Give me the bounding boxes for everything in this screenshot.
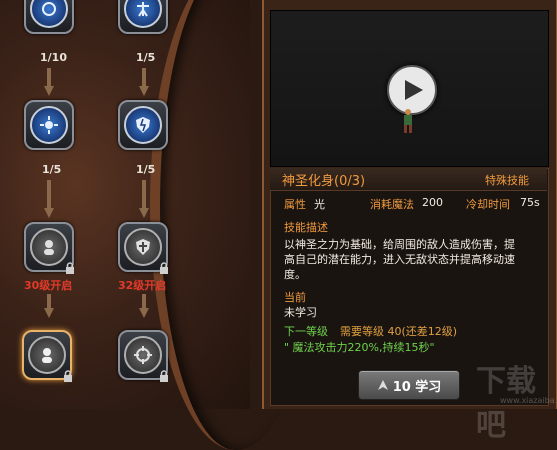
description-title: 技能描述: [284, 221, 328, 234]
tree-arrow-icon: [44, 68, 54, 96]
next-level-requirement: 需要等级 40(还差12级): [340, 325, 458, 338]
tree-arrow-icon: [139, 68, 149, 96]
description-line: 高自己的潜在能力，进入无敌状态并提高移动速: [284, 253, 515, 266]
skill-slot-locked-right[interactable]: [118, 222, 168, 274]
skill-level-count: 1/5: [136, 51, 156, 64]
holy-avatar-icon: [28, 336, 66, 374]
attribute-label: 属性: [284, 198, 306, 211]
broken-shield-icon: [124, 106, 162, 144]
skill-slot-bottom-right[interactable]: [118, 330, 168, 382]
skill-slot-left-2[interactable]: [24, 100, 74, 150]
crosshair-icon: [124, 336, 162, 374]
tree-arrow-icon: [44, 180, 54, 218]
lock-icon: [160, 370, 168, 382]
description-line: 以神圣之力为基础，给周围的敌人造成伤害，提: [284, 238, 515, 251]
watermark-url: www.xiazaiba.com: [500, 396, 557, 405]
learn-button-label: 10 学习: [392, 379, 442, 395]
character-sprite: [404, 109, 412, 133]
mana-cost-label: 消耗魔法: [370, 198, 414, 211]
skill-type: 特殊技能: [485, 174, 529, 187]
avatar-silhouette-icon: [30, 228, 68, 266]
cooldown-value: 75s: [520, 196, 540, 209]
skill-level-count: 1/10: [40, 51, 67, 64]
skill-slot-top-left[interactable]: [24, 0, 74, 34]
tree-arrow-icon: [139, 294, 149, 318]
skill-point-icon: [377, 380, 388, 390]
attribute-value: 光: [314, 198, 325, 211]
shield-ring-icon: [30, 0, 68, 28]
skill-level-count: 1/5: [42, 163, 62, 176]
current-level-title: 当前: [284, 291, 306, 304]
unlock-level-label: 32级开启: [118, 279, 167, 292]
cooldown-label: 冷却时间: [466, 198, 510, 211]
lock-icon: [64, 370, 72, 382]
lock-icon: [66, 262, 74, 274]
next-level-effect: " 魔法攻击力220%,持续15秒": [284, 341, 435, 354]
skill-level-count: 1/5: [136, 163, 156, 176]
skill-slot-right-2[interactable]: [118, 100, 168, 150]
mana-cost-value: 200: [422, 196, 443, 209]
next-level-title: 下一等级: [284, 325, 328, 338]
play-icon: [405, 80, 423, 100]
skill-slot-locked-left[interactable]: [24, 222, 74, 274]
skill-slot-selected[interactable]: [22, 330, 72, 382]
skill-name: 神圣化身(0/3): [282, 174, 366, 189]
skill-slot-top-right[interactable]: [118, 0, 168, 34]
cross-shield-icon: [124, 228, 162, 266]
description-line: 度。: [284, 268, 306, 281]
figure-icon: [124, 0, 162, 28]
learn-skill-button[interactable]: 10 学习: [358, 370, 460, 400]
current-level-value: 未学习: [284, 306, 317, 319]
unlock-level-label: 30级开启: [24, 279, 73, 292]
tree-arrow-icon: [44, 294, 54, 318]
tree-arrow-icon: [139, 180, 149, 218]
holy-burst-icon: [30, 106, 68, 144]
lock-icon: [160, 262, 168, 274]
